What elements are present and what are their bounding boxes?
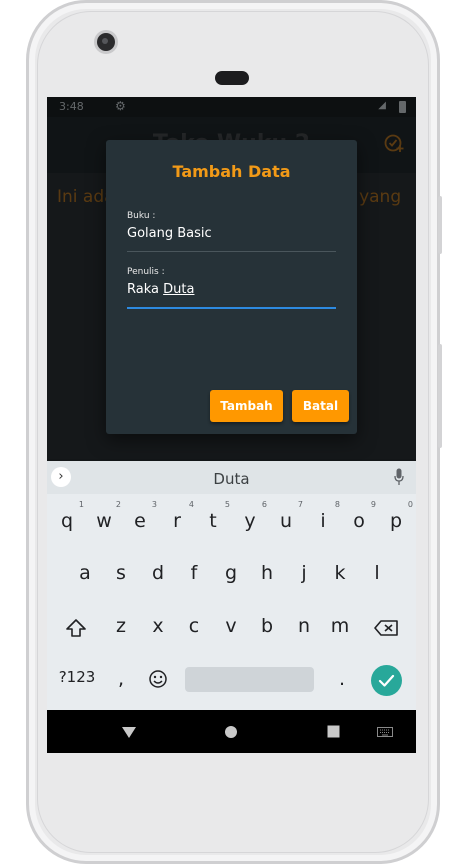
key-v[interactable]: v [216, 615, 246, 637]
soft-keyboard: › Duta q1 w2 e3 r4 t5 y6 u7 i8 o9 p0 a s… [47, 461, 416, 710]
shift-icon[interactable] [65, 618, 87, 638]
book-underline [127, 251, 336, 252]
author-composing-text: Duta [163, 282, 195, 297]
key-period[interactable]: . [327, 668, 357, 690]
phone-screen: 3:48 ⚙ ◢ Toko Wuku 2 Ini ada t yang Tamb… [47, 97, 416, 753]
key-t[interactable]: t5 [198, 500, 230, 532]
navigation-bar [47, 710, 416, 753]
volume-button [438, 344, 442, 448]
back-icon[interactable] [121, 725, 137, 739]
author-input-text: Raka [127, 282, 164, 297]
add-button[interactable]: Tambah [210, 390, 283, 422]
recents-icon[interactable] [327, 725, 340, 738]
keyboard-switch-icon[interactable] [377, 727, 393, 737]
check-icon [378, 674, 395, 687]
key-j[interactable]: j [289, 562, 319, 584]
add-data-dialog: Tambah Data Buku : Golang Basic Penulis … [106, 140, 357, 434]
key-q[interactable]: q1 [52, 500, 84, 532]
author-input[interactable]: Raka Duta [127, 282, 336, 297]
emoji-icon[interactable] [148, 669, 168, 689]
key-a[interactable]: a [70, 562, 100, 584]
key-c[interactable]: c [179, 615, 209, 637]
key-b[interactable]: b [252, 615, 282, 637]
key-p[interactable]: p0 [381, 500, 413, 532]
key-y[interactable]: y6 [235, 500, 267, 532]
author-field[interactable]: Penulis : Raka Duta [127, 267, 336, 309]
author-label: Penulis : [127, 267, 165, 277]
cancel-button[interactable]: Batal [292, 390, 349, 422]
key-m[interactable]: m [325, 615, 355, 637]
key-s[interactable]: s [106, 562, 136, 584]
key-u[interactable]: u7 [271, 500, 303, 532]
key-k[interactable]: k [325, 562, 355, 584]
book-field[interactable]: Buku : Golang Basic [127, 211, 336, 252]
key-d[interactable]: d [143, 562, 173, 584]
backspace-icon[interactable] [373, 619, 399, 637]
key-w[interactable]: w2 [89, 500, 121, 532]
dialog-title: Tambah Data [172, 162, 291, 181]
book-label: Buku : [127, 211, 156, 221]
suggestion-strip: › Duta [47, 461, 416, 494]
power-button [438, 196, 442, 254]
key-r[interactable]: r4 [162, 500, 194, 532]
key-comma[interactable]: , [106, 668, 136, 690]
microphone-icon[interactable] [394, 468, 404, 486]
key-i[interactable]: i8 [308, 500, 340, 532]
earpiece-speaker [215, 71, 249, 85]
key-l[interactable]: l [362, 562, 392, 584]
suggestion-word[interactable]: Duta [47, 470, 416, 488]
home-icon[interactable] [224, 725, 238, 739]
symbols-key[interactable]: ?123 [55, 668, 99, 686]
book-input[interactable]: Golang Basic [127, 226, 336, 241]
key-o[interactable]: o9 [344, 500, 376, 532]
enter-key[interactable] [371, 665, 402, 696]
key-x[interactable]: x [143, 615, 173, 637]
key-n[interactable]: n [289, 615, 319, 637]
key-z[interactable]: z [106, 615, 136, 637]
space-bar[interactable] [185, 667, 314, 692]
key-f[interactable]: f [179, 562, 209, 584]
front-camera [97, 33, 115, 51]
author-underline-focused [127, 307, 336, 309]
key-h[interactable]: h [252, 562, 282, 584]
key-g[interactable]: g [216, 562, 246, 584]
key-e[interactable]: e3 [125, 500, 157, 532]
